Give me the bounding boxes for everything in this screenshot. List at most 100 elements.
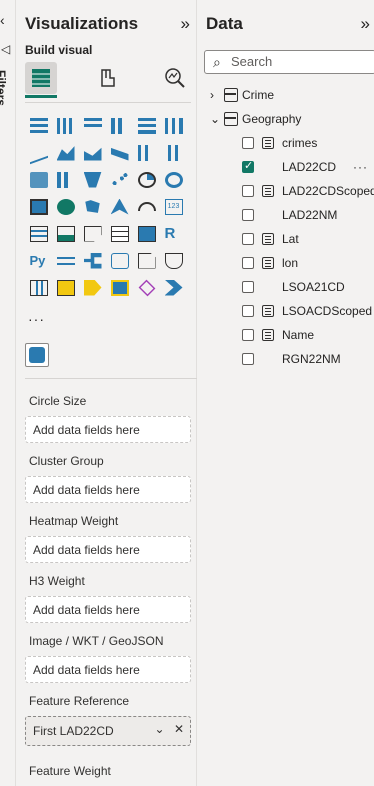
checkbox[interactable]	[242, 329, 254, 341]
well-title-circle-size: Circle Size	[29, 394, 87, 408]
well-feature-reference[interactable]: First LAD22CD ⌄ ✕	[25, 716, 191, 746]
chevron-down-icon[interactable]: ⌄	[210, 112, 224, 126]
table-icon[interactable]	[106, 220, 133, 247]
card-icon[interactable]: 123	[160, 193, 187, 220]
donut-chart-icon[interactable]	[160, 166, 187, 193]
checkbox[interactable]	[242, 209, 254, 221]
visualizations-title: Visualizations	[25, 14, 139, 33]
paginated-report-icon[interactable]	[25, 274, 52, 301]
100-percent-column-chart-icon[interactable]	[160, 112, 187, 139]
goals-trophy-icon[interactable]	[160, 247, 187, 274]
field-name: LAD22CDScoped	[282, 184, 374, 198]
field-row[interactable]: crimes	[242, 132, 317, 154]
well-title-cluster-group: Cluster Group	[29, 454, 104, 468]
pie-chart-icon[interactable]	[133, 166, 160, 193]
close-icon[interactable]: ✕	[174, 722, 184, 736]
100-percent-bar-chart-icon[interactable]	[133, 112, 160, 139]
clustered-column-chart-icon[interactable]	[106, 112, 133, 139]
analytics-magnifier-icon	[165, 68, 185, 88]
filled-map-icon[interactable]	[79, 193, 106, 220]
clustered-bar-chart-icon[interactable]	[79, 112, 106, 139]
chevron-left-icon[interactable]: ‹	[0, 12, 5, 28]
well-heatmap-weight[interactable]: Add data fields here	[25, 536, 191, 563]
more-visuals-icon[interactable]: ···	[28, 311, 45, 327]
table-crime[interactable]: › Crime	[210, 84, 274, 106]
stacked-bar-chart-icon[interactable]	[25, 112, 52, 139]
field-row[interactable]: LAD22NM	[242, 204, 337, 226]
checkbox[interactable]	[242, 305, 254, 317]
well-h3-weight[interactable]: Add data fields here	[25, 596, 191, 623]
filters-rail[interactable]: ‹ ◁ Filters	[0, 0, 16, 786]
smart-narrative-icon[interactable]	[133, 247, 160, 274]
field-name: lon	[282, 256, 299, 270]
scatter-chart-icon[interactable]	[106, 166, 133, 193]
analytics-tab[interactable]	[159, 62, 191, 94]
map-globe-icon[interactable]	[52, 193, 79, 220]
matrix-icon[interactable]	[133, 220, 160, 247]
field-name: LSOACDScoped	[282, 304, 373, 318]
calculator-icon	[262, 329, 274, 341]
stacked-column-chart-icon[interactable]	[52, 112, 79, 139]
gauge-icon[interactable]	[133, 193, 160, 220]
well-cluster-group[interactable]: Add data fields here	[25, 476, 191, 503]
checkbox[interactable]	[242, 353, 254, 365]
treemap-icon[interactable]	[25, 193, 52, 220]
collapse-data-icon[interactable]: »	[361, 14, 370, 34]
field-row[interactable]: LSOA21CD	[242, 276, 345, 298]
field-row[interactable]: Name	[242, 324, 314, 346]
search-icon: ⌕	[213, 54, 221, 70]
field-wells: Circle Size Add data fields here Cluster…	[25, 378, 197, 786]
filters-label[interactable]: Filters	[0, 70, 8, 106]
line-chart-icon[interactable]	[25, 139, 52, 166]
table-geography[interactable]: ⌄ Geography	[210, 108, 301, 130]
ribbon-chart-icon[interactable]	[106, 139, 133, 166]
build-visual-tab[interactable]	[25, 62, 57, 94]
azure-map-icon[interactable]	[106, 193, 133, 220]
python-visual-icon[interactable]: Py	[25, 247, 52, 274]
kpi-icon[interactable]	[52, 220, 79, 247]
field-row[interactable]: Lat	[242, 228, 299, 250]
power-apps-table-icon[interactable]	[52, 274, 79, 301]
checkbox[interactable]	[242, 137, 254, 149]
key-influencers-icon[interactable]	[52, 247, 79, 274]
collapse-visualizations-icon[interactable]: »	[181, 14, 190, 34]
qna-icon[interactable]	[106, 247, 133, 274]
checkbox[interactable]	[242, 281, 254, 293]
checkbox[interactable]	[242, 233, 254, 245]
power-apps-diamond-icon[interactable]	[133, 274, 160, 301]
slicer-icon[interactable]	[79, 220, 106, 247]
stacked-area-chart-icon[interactable]	[79, 139, 106, 166]
decomposition-tree-icon[interactable]	[79, 247, 106, 274]
field-row[interactable]: LSOACDScoped	[242, 300, 372, 322]
well-circle-size[interactable]: Add data fields here	[25, 416, 191, 443]
power-automate-chevron-icon[interactable]	[160, 274, 187, 301]
power-automate-icon[interactable]	[79, 274, 106, 301]
checkbox[interactable]	[242, 159, 254, 173]
r-visual-icon[interactable]: R	[160, 220, 187, 247]
build-visual-label: Build visual	[25, 43, 93, 57]
field-row[interactable]: LAD22CDScoped	[242, 180, 374, 202]
line-and-column-chart-icon[interactable]	[133, 139, 160, 166]
visualizations-pane: Visualizations » Build visual 123 R Py ·…	[17, 0, 213, 786]
power-apps-icon[interactable]	[106, 274, 133, 301]
field-name: LAD22NM	[282, 208, 338, 222]
search-placeholder: Search	[231, 54, 273, 69]
funnel-chart-icon[interactable]	[79, 166, 106, 193]
funnel-column-icon[interactable]	[52, 166, 79, 193]
checkbox[interactable]	[242, 185, 254, 197]
field-row[interactable]: LAD22CD	[242, 156, 336, 178]
multi-row-card-icon[interactable]	[25, 220, 52, 247]
chevron-right-icon[interactable]: ›	[210, 88, 224, 102]
well-image-wkt-geojson[interactable]: Add data fields here	[25, 656, 191, 683]
checkbox[interactable]	[242, 257, 254, 269]
chevron-down-icon[interactable]: ⌄	[155, 722, 165, 736]
area-chart-icon[interactable]	[52, 139, 79, 166]
line-and-clustered-column-chart-icon[interactable]	[160, 139, 187, 166]
more-options-icon[interactable]: ···	[353, 160, 368, 174]
custom-visual-button[interactable]	[25, 343, 49, 367]
waterfall-chart-icon[interactable]	[25, 166, 52, 193]
field-row[interactable]: RGN22NM	[242, 348, 341, 370]
format-visual-tab[interactable]	[92, 62, 124, 94]
field-row[interactable]: lon	[242, 252, 298, 274]
search-input[interactable]: ⌕ Search	[204, 50, 374, 74]
